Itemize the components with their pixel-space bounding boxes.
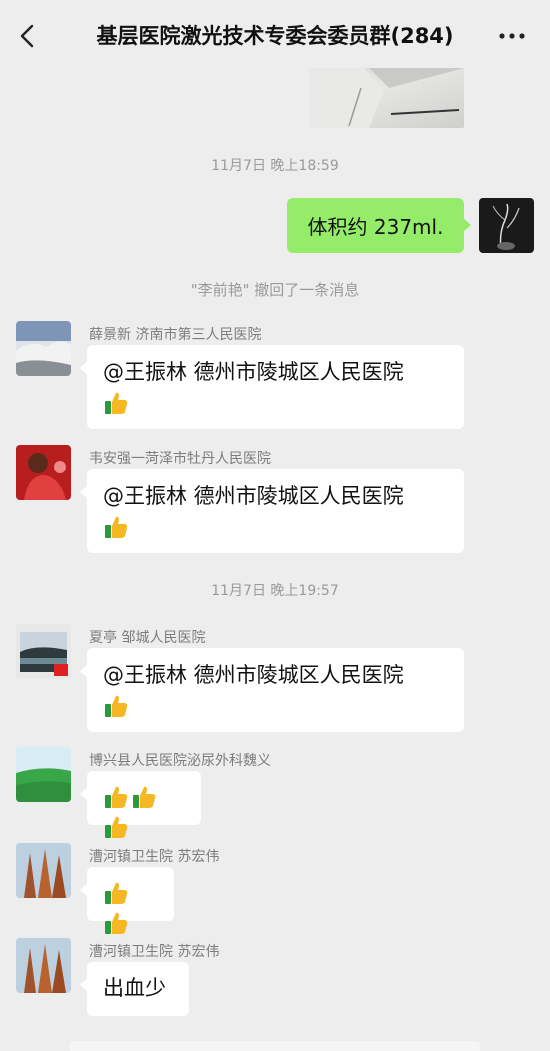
thumbs-up-emoji [105, 882, 128, 904]
thumbs-up-emoji [105, 816, 128, 838]
avatar-sender-3[interactable] [16, 624, 71, 679]
avatar-sender-6[interactable] [16, 938, 71, 993]
message-bubble[interactable] [80, 867, 174, 934]
avatar-sender-5[interactable] [16, 843, 71, 898]
input-bar-edge [70, 1041, 480, 1051]
thumbs-up-emoji [105, 695, 128, 717]
message-bubble[interactable]: @王振林 德州市陵城区人民医院 [80, 345, 464, 429]
sender-name: 夏亭 邹城人民医院 [89, 630, 206, 646]
timestamp: 11月7日 晚上18:59 [211, 158, 339, 174]
message-text: @王振林 德州市陵城区人民医院 [103, 484, 404, 508]
message-bubble[interactable] [80, 771, 201, 838]
avatar-sender-4[interactable] [16, 747, 71, 802]
thumbs-up-emoji [105, 786, 128, 808]
sender-name: 韦安强一菏泽市牡丹人民医院 [89, 451, 271, 467]
more-dots-icon[interactable] [496, 24, 528, 48]
thumbs-up-emoji [133, 786, 156, 808]
sender-name: 漕河镇卫生院 苏宏伟 [89, 944, 220, 960]
message-bubble[interactable]: @王振林 德州市陵城区人民医院 [80, 648, 464, 732]
message-bubble[interactable]: @王振林 德州市陵城区人民医院 [80, 469, 464, 553]
message-text: @王振林 德州市陵城区人民医院 [103, 360, 404, 384]
avatar-sender-1[interactable] [16, 321, 71, 376]
sender-name: 博兴县人民医院泌尿外科魏义 [89, 753, 271, 769]
back-chevron-icon[interactable] [14, 22, 42, 50]
avatar-sender-2[interactable] [16, 445, 71, 500]
thumbs-up-emoji [105, 912, 128, 934]
message-bubble[interactable]: 出血少 [80, 962, 189, 1016]
my-message-bubble[interactable]: 体积约 237ml. [287, 198, 471, 253]
shared-image-thumbnail[interactable] [309, 68, 464, 128]
thumbs-up-emoji [105, 516, 128, 538]
my-message-text: 体积约 237ml. [307, 215, 444, 239]
recall-notice: "李前艳" 撤回了一条消息 [190, 281, 360, 299]
sender-name: 薛景新 济南市第三人民医院 [89, 327, 262, 343]
chat-header: 基层医院激光技术专委会委员群(284) [0, 0, 550, 70]
my-avatar[interactable] [479, 198, 534, 253]
thumbs-up-emoji [105, 392, 128, 414]
message-text: @王振林 德州市陵城区人民医院 [103, 663, 404, 687]
chat-title: 基层医院激光技术专委会委员群(284) [96, 24, 454, 48]
timestamp: 11月7日 晚上19:57 [211, 583, 339, 599]
sender-name: 漕河镇卫生院 苏宏伟 [89, 849, 220, 865]
message-text: 出血少 [103, 976, 166, 1000]
